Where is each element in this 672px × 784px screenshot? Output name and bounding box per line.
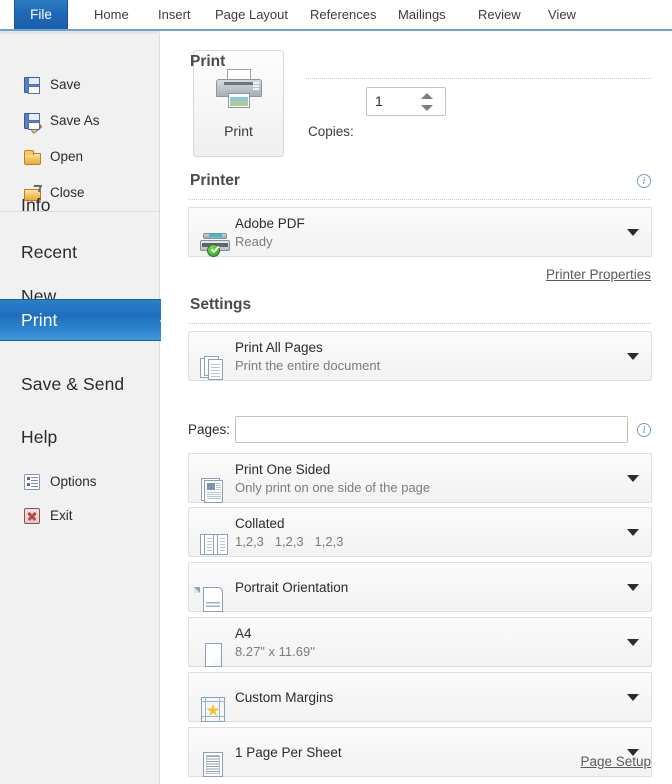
copies-stepper[interactable]: 1 [366,87,446,116]
setting-collation[interactable]: Collated 1,2,3 1,2,3 1,2,3 [188,507,652,557]
sidebar-item-print-label: Print [21,309,58,330]
print-settings-panel: Print Print Copies: 1 Printer i Adobe PD… [161,31,672,784]
tab-page-layout[interactable]: Page Layout [207,0,296,29]
copies-label: Copies: [308,124,354,139]
pages-input-wrap[interactable] [235,416,628,443]
printer-section-title: Printer [190,172,240,189]
printer-properties-link[interactable]: Printer Properties [546,267,651,282]
pages-info-icon[interactable]: i [637,423,651,437]
printer-info-icon[interactable]: i [637,174,651,188]
tab-home-label: Home [94,7,129,22]
pages-input[interactable] [236,417,627,442]
sidebar-item-open-label: Open [50,149,84,164]
printer-icon [215,68,262,109]
sidebar-item-save-and-send-label: Save & Send [21,373,125,394]
setting-print-sides[interactable]: Print One Sided Only print on one side o… [188,453,652,503]
page-setup-link[interactable]: Page Setup [580,754,651,769]
chevron-down-icon [627,229,639,236]
sidebar-item-options-label: Options [50,474,97,489]
chevron-down-icon [627,639,639,646]
chevron-down-icon [627,694,639,701]
setting-orientation-title: Portrait Orientation [235,580,349,595]
sidebar-item-options[interactable]: Options [0,464,160,499]
sidebar-item-open[interactable]: Open [0,139,160,174]
setting-print-sides-title: Print One Sided [235,462,331,477]
tab-page-layout-label: Page Layout [215,7,289,22]
tab-insert[interactable]: Insert [150,0,199,29]
settings-section-rule [188,323,651,324]
tab-references[interactable]: References [302,0,384,29]
chevron-down-icon [627,584,639,591]
print-section-title: Print [190,53,226,70]
floppy-disk-icon [24,76,40,94]
backstage-sidebar: Save Save As Open Close Info Recent New … [0,31,175,784]
printer-section-rule [188,199,651,200]
printer-select[interactable]: Adobe PDF Ready [188,207,652,257]
sidebar-item-exit-label: Exit [50,508,73,523]
setting-margins-title: Custom Margins [235,690,334,705]
setting-paper-size-title: A4 [235,626,252,641]
sidebar-item-help[interactable]: Help [0,416,160,458]
spinner-up-icon[interactable] [421,93,433,99]
sidebar-item-exit[interactable]: Exit [0,498,160,533]
setting-collation-subtitle: 1,2,3 1,2,3 1,2,3 [235,534,344,549]
printer-status: Ready [235,234,273,249]
sidebar-item-info[interactable]: Info [0,184,160,226]
exit-x-icon [24,507,40,524]
tab-mailings-label: Mailings [398,7,446,22]
setting-print-sides-subtitle: Only print on one side of the page [235,480,431,495]
sidebar-item-save-as[interactable]: Save As [0,103,160,138]
pages-label: Pages: [188,422,231,437]
tab-home[interactable]: Home [86,0,137,29]
spinner-down-icon[interactable] [421,105,433,111]
chevron-down-icon [627,353,639,360]
sidebar-item-save-and-send[interactable]: Save & Send [0,363,160,405]
setting-collation-title: Collated [235,516,285,531]
print-button-label: Print [224,122,253,139]
setting-print-range-title: Print All Pages [235,340,323,355]
setting-paper-size[interactable]: A4 8.27" x 11.69" [188,617,652,667]
setting-orientation[interactable]: Portrait Orientation [188,562,652,612]
open-folder-icon [24,149,41,165]
sidebar-item-save[interactable]: Save [0,67,160,102]
sidebar-item-info-label: Info [21,194,51,215]
tab-view-label: View [548,7,576,22]
setting-pages-per-sheet[interactable]: 1 Page Per Sheet [188,727,652,777]
sidebar-item-save-as-label: Save As [50,113,100,128]
tab-mailings[interactable]: Mailings [390,0,454,29]
setting-margins[interactable]: Custom Margins [188,672,652,722]
setting-pages-per-sheet-title: 1 Page Per Sheet [235,745,342,760]
sidebar-item-save-label: Save [50,77,81,92]
tabstrip: File Home Insert Page Layout References … [0,0,672,29]
floppy-disk-pencil-icon [24,112,43,134]
setting-print-range-subtitle: Print the entire document [235,358,381,373]
chevron-down-icon [627,529,639,536]
tab-file-label: File [30,7,52,22]
ribbon-tab-strip: File Home Insert Page Layout References … [0,0,672,31]
printer-name: Adobe PDF [235,216,305,231]
options-document-icon [24,473,40,490]
chevron-down-icon [627,475,639,482]
print-section-rule [306,78,651,79]
sidebar-item-recent-label: Recent [21,241,78,262]
copies-value: 1 [375,93,383,109]
settings-section-title: Settings [190,296,252,313]
setting-paper-size-subtitle: 8.27" x 11.69" [235,644,315,659]
sidebar-item-recent[interactable]: Recent [0,231,160,273]
tab-references-label: References [310,7,377,22]
sidebar-item-help-label: Help [21,426,58,447]
tab-review-label: Review [478,7,521,22]
tab-view[interactable]: View [540,0,584,29]
tab-file[interactable]: File [14,0,68,29]
tab-insert-label: Insert [158,7,191,22]
sidebar-item-print[interactable]: Print [0,299,175,343]
tab-review[interactable]: Review [470,0,529,29]
setting-print-range[interactable]: Print All Pages Print the entire documen… [188,331,652,381]
